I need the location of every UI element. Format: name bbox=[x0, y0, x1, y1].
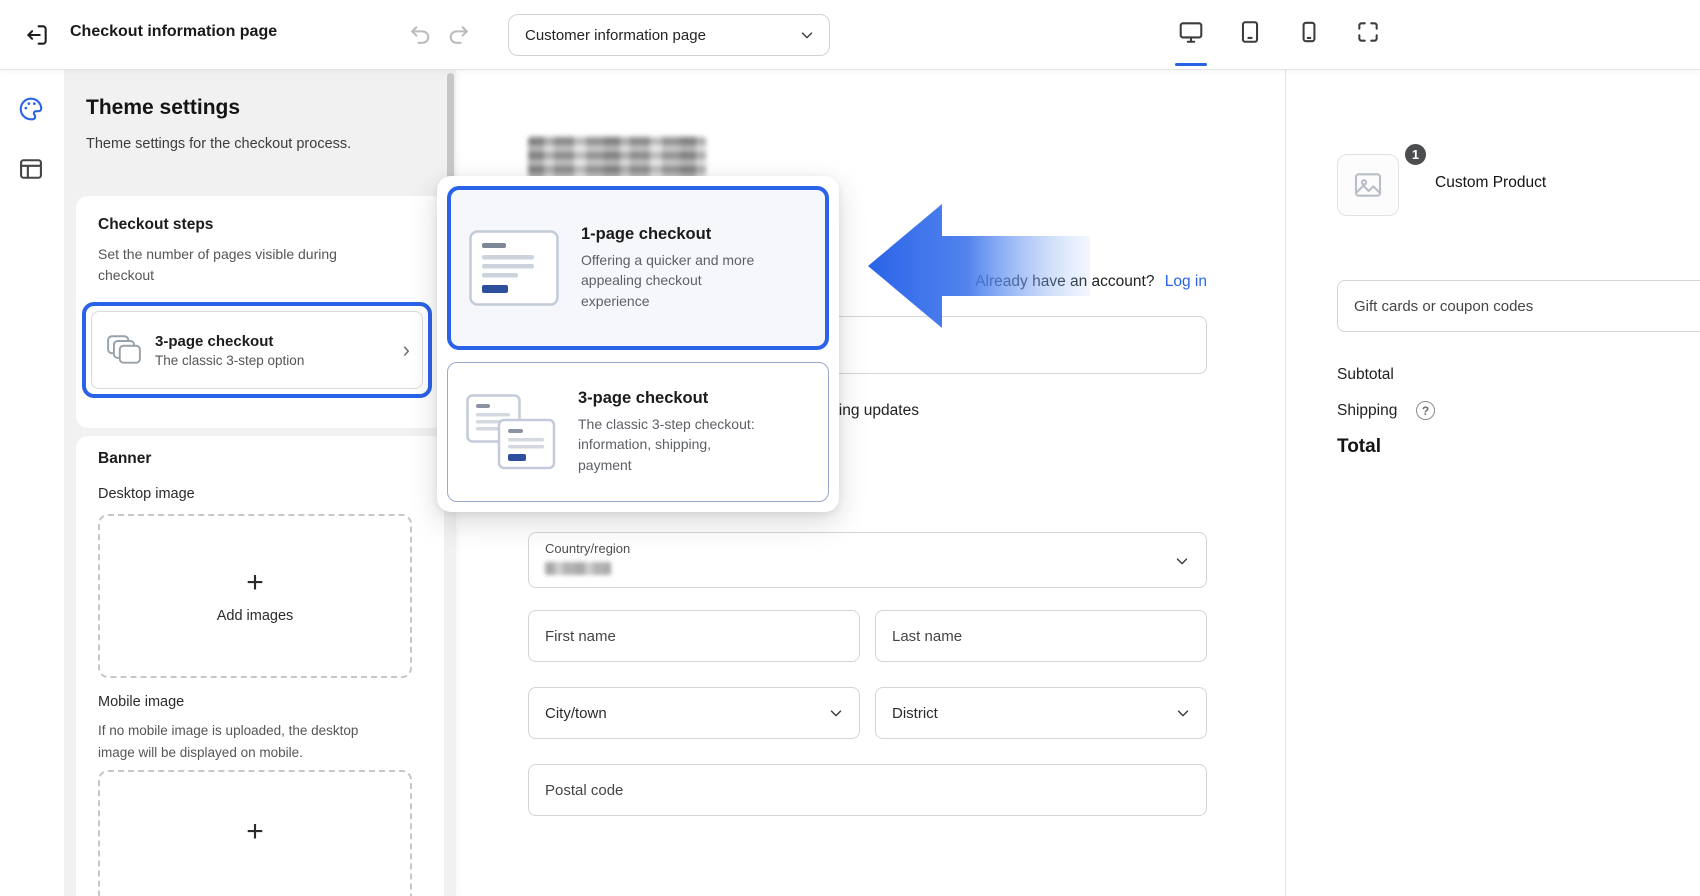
district-select-value: District bbox=[892, 705, 938, 722]
city-select[interactable]: City/town bbox=[528, 687, 860, 739]
option-description: The classic 3-step checkout: information… bbox=[578, 414, 758, 475]
option-texts: 3-page checkout The classic 3-step check… bbox=[578, 389, 758, 475]
stacked-pages-icon bbox=[106, 334, 142, 366]
checkout-steps-card: Checkout steps Set the number of pages v… bbox=[76, 196, 444, 428]
fullscreen-button[interactable] bbox=[1355, 19, 1381, 45]
mobile-image-upload[interactable]: + bbox=[98, 770, 412, 896]
desktop-icon bbox=[1178, 19, 1204, 45]
subtotal-label: Subtotal bbox=[1337, 366, 1394, 384]
undo-icon bbox=[408, 22, 435, 47]
topbar: Checkout information page Customer infor… bbox=[0, 0, 1700, 70]
desktop-image-label: Desktop image bbox=[98, 486, 195, 502]
one-page-illustration-icon bbox=[469, 230, 559, 306]
nav-theme-settings[interactable] bbox=[17, 94, 47, 124]
chevron-down-icon bbox=[1174, 704, 1192, 722]
shipping-help-icon[interactable]: ? bbox=[1416, 401, 1435, 420]
mobile-image-note: If no mobile image is uploaded, the desk… bbox=[98, 720, 378, 763]
order-summary: 1 Custom Product Subtotal Shipping ? Tot… bbox=[1286, 70, 1700, 896]
option-1-page-checkout[interactable]: 1-page checkout Offering a quicker and m… bbox=[447, 186, 829, 350]
panel-title: Theme settings bbox=[86, 96, 240, 120]
login-prompt-row: Already have an account? Log in bbox=[828, 273, 1207, 291]
quantity-badge: 1 bbox=[1403, 142, 1428, 167]
mobile-view-button[interactable] bbox=[1296, 19, 1322, 45]
active-device-indicator bbox=[1175, 63, 1207, 66]
nav-sections[interactable] bbox=[17, 154, 47, 184]
option-label: 1-page checkout bbox=[581, 225, 761, 244]
palette-icon bbox=[17, 95, 47, 123]
undo-button[interactable] bbox=[408, 21, 435, 48]
chevron-down-icon bbox=[827, 704, 845, 722]
selected-option-texts: 3-page checkout The classic 3-step optio… bbox=[155, 333, 390, 368]
redo-icon bbox=[446, 22, 473, 47]
country-value-redacted bbox=[545, 562, 611, 575]
gift-card-input[interactable] bbox=[1337, 280, 1700, 332]
checkout-editor: Checkout information page Customer infor… bbox=[0, 0, 1700, 896]
exit-editor-button[interactable] bbox=[24, 21, 52, 49]
add-images-label: Add images bbox=[217, 608, 294, 624]
checkout-steps-heading: Checkout steps bbox=[98, 216, 213, 234]
chevron-down-icon bbox=[1173, 552, 1191, 570]
product-name: Custom Product bbox=[1435, 174, 1546, 192]
banner-heading: Banner bbox=[98, 450, 151, 468]
plus-icon: + bbox=[246, 817, 264, 847]
sections-layout-icon bbox=[17, 155, 47, 183]
last-name-input[interactable] bbox=[875, 610, 1207, 662]
theme-settings-panel: Theme settings Theme settings for the ch… bbox=[64, 70, 456, 896]
banner-card: Banner Desktop image + Add images Mobile… bbox=[76, 436, 444, 896]
tablet-icon bbox=[1237, 19, 1263, 45]
option-description: Offering a quicker and more appealing ch… bbox=[581, 250, 761, 311]
image-placeholder-icon bbox=[1352, 169, 1384, 201]
selected-option-description: The classic 3-step option bbox=[155, 353, 390, 368]
panel-subtitle: Theme settings for the checkout process. bbox=[86, 136, 351, 152]
page-selector-dropdown[interactable]: Customer information page bbox=[508, 14, 830, 56]
sidebar-scrollbar[interactable] bbox=[447, 73, 454, 183]
plus-icon: + bbox=[246, 568, 264, 598]
three-page-illustration-icon bbox=[466, 394, 556, 470]
country-select-label: Country/region bbox=[545, 541, 630, 556]
chevron-right-icon: › bbox=[403, 337, 410, 363]
total-label: Total bbox=[1337, 436, 1381, 458]
first-name-input[interactable] bbox=[528, 610, 860, 662]
checkout-steps-current-option: 3-page checkout The classic 3-step optio… bbox=[91, 311, 423, 389]
district-select[interactable]: District bbox=[875, 687, 1207, 739]
desktop-image-upload[interactable]: + Add images bbox=[98, 514, 412, 678]
checkout-steps-popup: 1-page checkout Offering a quicker and m… bbox=[437, 176, 839, 512]
tablet-view-button[interactable] bbox=[1237, 19, 1263, 45]
page-title: Checkout information page bbox=[70, 23, 277, 41]
shipping-label: Shipping bbox=[1337, 402, 1397, 420]
page-selector-value: Customer information page bbox=[525, 27, 706, 44]
checkout-steps-description: Set the number of pages visible during c… bbox=[98, 244, 363, 286]
login-link[interactable]: Log in bbox=[1165, 273, 1207, 290]
selected-option-label: 3-page checkout bbox=[155, 333, 390, 350]
option-texts: 1-page checkout Offering a quicker and m… bbox=[581, 225, 761, 311]
redo-button[interactable] bbox=[446, 21, 473, 48]
mobile-image-label: Mobile image bbox=[98, 694, 184, 710]
postal-code-input[interactable] bbox=[528, 764, 1207, 816]
option-label: 3-page checkout bbox=[578, 389, 758, 408]
option-3-page-checkout[interactable]: 3-page checkout The classic 3-step check… bbox=[447, 362, 829, 502]
mobile-icon bbox=[1296, 19, 1322, 45]
desktop-view-button[interactable] bbox=[1178, 19, 1204, 45]
summary-divider bbox=[1285, 70, 1286, 896]
store-logo-redacted bbox=[528, 136, 706, 180]
device-preview-switcher bbox=[1178, 19, 1381, 45]
checkout-steps-selector[interactable]: 3-page checkout The classic 3-step optio… bbox=[82, 302, 432, 398]
editor-nav-rail bbox=[0, 70, 64, 896]
country-select[interactable]: Country/region bbox=[528, 532, 1207, 588]
fullscreen-icon bbox=[1355, 19, 1381, 45]
product-thumbnail bbox=[1337, 154, 1399, 216]
login-prompt: Already have an account? bbox=[975, 273, 1154, 290]
chevron-down-icon bbox=[798, 26, 816, 44]
city-select-value: City/town bbox=[545, 705, 607, 722]
exit-icon bbox=[24, 22, 52, 48]
